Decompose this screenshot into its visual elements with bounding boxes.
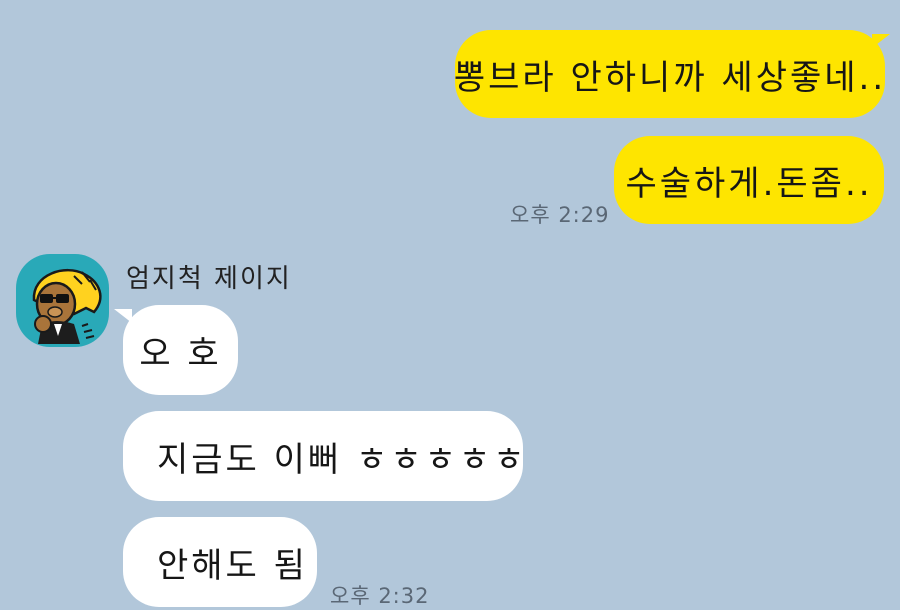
received-message-bubble[interactable]: 지금도 이뻐 ㅎㅎㅎㅎㅎ bbox=[123, 411, 524, 501]
received-timestamp: 오후 2:32 bbox=[330, 584, 430, 608]
sent-message-bubble[interactable]: 뽕브라 안하니까 세상좋네.. bbox=[453, 30, 887, 118]
sender-avatar[interactable] bbox=[16, 254, 109, 347]
sent-message-text: 뽕브라 안하니까 세상좋네.. bbox=[453, 57, 887, 98]
received-message-text: 안해도 됨 bbox=[157, 545, 308, 586]
sent-message-text: 수술하게.돈좀.. bbox=[625, 163, 873, 204]
received-message-text: 지금도 이뻐 ㅎㅎㅎㅎㅎ bbox=[157, 439, 528, 480]
sent-timestamp: 오후 2:29 bbox=[510, 203, 610, 227]
sunglasses-character-avatar-icon bbox=[32, 269, 102, 344]
received-message-bubble[interactable]: 안해도 됨 bbox=[123, 517, 317, 607]
received-message-bubble[interactable]: 오 호 bbox=[123, 305, 238, 395]
sender-name: 엄지척 제이지 bbox=[126, 264, 292, 294]
sent-message-bubble[interactable]: 수술하게.돈좀.. bbox=[614, 136, 884, 224]
bubble-tail bbox=[872, 34, 890, 48]
received-message-text: 오 호 bbox=[139, 333, 222, 374]
